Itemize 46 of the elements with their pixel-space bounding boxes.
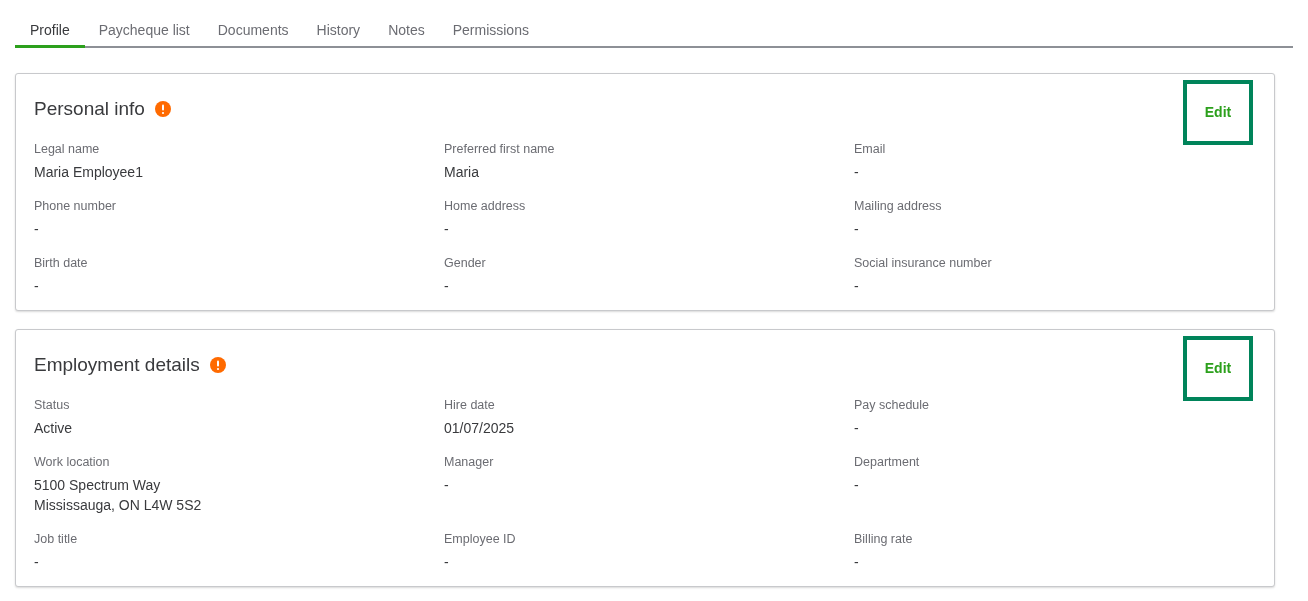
field-value: -: [34, 553, 39, 572]
field-label: Manager: [444, 454, 495, 470]
field-value: 5100 Spectrum Way Mississauga, ON L4W 5S2: [34, 476, 202, 515]
field-value: Maria Employee1: [34, 163, 143, 182]
field-label: Billing rate: [854, 531, 914, 547]
tab[interactable]: Notes: [374, 14, 439, 48]
field-value: -: [854, 419, 859, 438]
field-label: Pay schedule: [854, 397, 931, 413]
tab[interactable]: Permissions: [438, 14, 543, 48]
tab[interactable]: Paycheque list: [84, 14, 204, 48]
field-value: -: [444, 277, 449, 296]
field-value: Maria: [444, 163, 479, 182]
field-value: -: [854, 553, 859, 572]
field-value: 01/07/2025: [444, 419, 515, 438]
field-value: -: [854, 220, 859, 239]
field-value: -: [444, 553, 449, 572]
field-label: Mailing address: [854, 198, 943, 214]
field-label: Social insurance number: [854, 255, 993, 271]
field-label: Employee ID: [444, 531, 517, 547]
field-label: Preferred first name: [444, 141, 556, 157]
field-label: Email: [854, 141, 887, 157]
field-label: Job title: [34, 531, 79, 547]
field-label: Department: [854, 454, 921, 470]
field-value: -: [854, 277, 859, 296]
field-label: Legal name: [34, 141, 101, 157]
field-value: -: [34, 220, 39, 239]
field-label: Hire date: [444, 397, 496, 413]
tab[interactable]: History: [302, 14, 375, 48]
field-value: -: [854, 476, 859, 495]
field-value: -: [34, 277, 39, 296]
field-value: Active: [34, 419, 73, 438]
tab[interactable]: Profile: [15, 14, 85, 48]
field-value: -: [444, 476, 449, 495]
field-value: -: [854, 163, 859, 182]
section-title: Personal info: [34, 96, 145, 121]
field-label: Home address: [444, 198, 527, 214]
field-label: Birth date: [34, 255, 89, 271]
section-title: Employment details: [34, 352, 200, 377]
edit-button[interactable]: Edit: [1183, 336, 1253, 401]
tab[interactable]: Documents: [203, 14, 303, 48]
field-value: -: [444, 220, 449, 239]
field-label: Work location: [34, 454, 111, 470]
field-label: Gender: [444, 255, 487, 271]
field-label: Status: [34, 397, 71, 413]
field-label: Phone number: [34, 198, 117, 214]
edit-button[interactable]: Edit: [1183, 80, 1253, 145]
